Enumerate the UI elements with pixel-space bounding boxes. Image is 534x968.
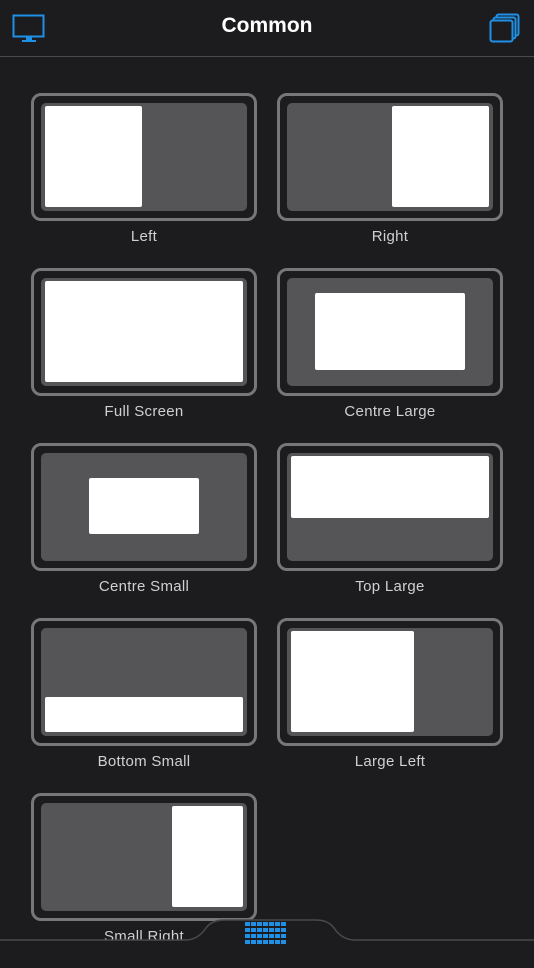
layout-label: Centre Small	[98, 578, 190, 595]
stacked-pages-icon[interactable]	[488, 12, 522, 44]
layout-thumbnail	[31, 618, 257, 746]
layout-thumbnail	[31, 793, 257, 921]
window-preview	[291, 631, 414, 732]
layout-tile-large-left[interactable]: Large Left	[277, 618, 503, 793]
screen-preview	[287, 278, 493, 386]
screen-preview	[287, 103, 493, 211]
header-bar: Common	[0, 0, 534, 57]
layout-label: Large Left	[354, 753, 426, 770]
layout-thumbnail	[277, 443, 503, 571]
layout-tile-bottom-small[interactable]: Bottom Small	[31, 618, 257, 793]
layout-tile-top-large[interactable]: Top Large	[277, 443, 503, 618]
layout-label: Top Large	[355, 578, 425, 595]
layout-label: Left	[130, 228, 158, 245]
screen-preview	[41, 278, 247, 386]
layout-thumbnail	[277, 618, 503, 746]
layout-tile-left[interactable]: Left	[31, 93, 257, 268]
layout-label: Bottom Small	[97, 753, 191, 770]
screen-preview	[41, 803, 247, 911]
layout-tile-centre-small[interactable]: Centre Small	[31, 443, 257, 618]
screen-preview	[287, 453, 493, 561]
grid-icon[interactable]	[244, 921, 290, 947]
layout-tile-right[interactable]: Right	[277, 93, 503, 268]
layout-thumbnail	[31, 93, 257, 221]
window-preview	[315, 293, 465, 370]
page-title: Common	[221, 14, 313, 37]
screen-preview	[41, 628, 247, 736]
layout-thumbnail	[277, 268, 503, 396]
screen-preview	[287, 628, 493, 736]
window-preview	[291, 456, 489, 518]
screen-preview	[41, 453, 247, 561]
layout-tile-centre-large[interactable]: Centre Large	[277, 268, 503, 443]
layout-label: Right	[371, 228, 409, 245]
window-preview	[45, 281, 243, 382]
layout-label: Centre Large	[344, 403, 436, 420]
window-preview	[45, 106, 142, 207]
window-preview	[45, 697, 243, 732]
layout-label: Full Screen	[104, 403, 184, 420]
layout-thumbnail	[277, 93, 503, 221]
window-preview	[392, 106, 489, 207]
layout-thumbnail	[31, 443, 257, 571]
window-preview	[89, 478, 199, 534]
layout-tile-full-screen[interactable]: Full Screen	[31, 268, 257, 443]
window-preview	[172, 806, 243, 907]
layout-thumbnail	[31, 268, 257, 396]
screen-preview	[41, 103, 247, 211]
